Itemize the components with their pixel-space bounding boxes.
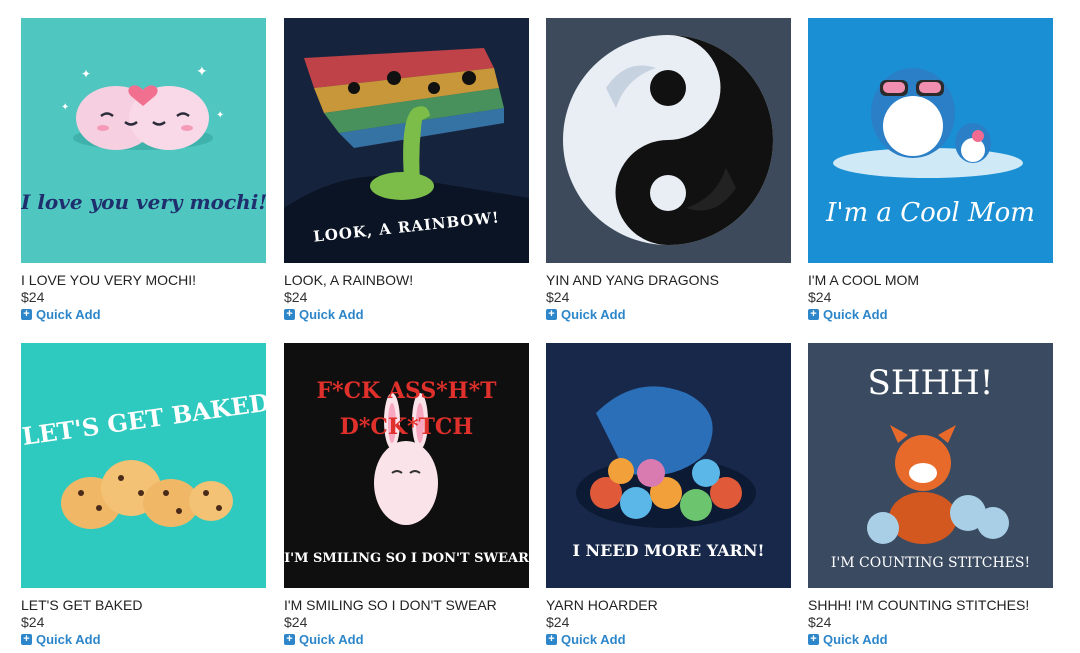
plus-icon: +	[546, 309, 557, 320]
product-image[interactable]: LOOK, A RAINBOW!	[284, 18, 529, 263]
product-art-text: I'M COUNTING STITCHES!	[830, 555, 1031, 571]
quick-add-label: Quick Add	[299, 307, 364, 322]
product-image[interactable]: LET'S GET BAKED!	[21, 343, 266, 588]
svg-text:✦: ✦	[216, 110, 224, 121]
plus-icon: +	[808, 634, 819, 645]
product-title[interactable]: SHHH! I'M COUNTING STITCHES!	[808, 597, 1053, 614]
product-price: $24	[284, 614, 308, 630]
product-title[interactable]: LOOK, A RAINBOW!	[284, 272, 529, 289]
product-art-text: I NEED MORE YARN!	[572, 541, 765, 560]
svg-text:✦: ✦	[61, 102, 69, 113]
quick-add-button[interactable]: + Quick Add	[808, 306, 1053, 323]
product-art-text: F*CK ASS*H*T D*CK*TCH	[316, 378, 497, 440]
product-price: $24	[546, 614, 570, 630]
quick-add-label: Quick Add	[299, 632, 364, 647]
product-price: $24	[284, 289, 308, 305]
svg-text:✦: ✦	[81, 67, 91, 81]
product-card[interactable]: SHHH! I'M COUNTING STITCHES! SHHH! I'M C…	[808, 343, 1053, 648]
product-card[interactable]: YIN AND YANG DRAGONS $24 + Quick Add	[546, 18, 791, 323]
product-price: $24	[808, 289, 832, 305]
product-card[interactable]: I NEED MORE YARN! YARN HOARDER $24 + Qui…	[546, 343, 791, 648]
quick-add-button[interactable]: + Quick Add	[546, 306, 791, 323]
product-title[interactable]: YIN AND YANG DRAGONS	[546, 272, 791, 289]
product-grid: ✦ ✦ ✦ ✦ I love you very mochi! I LOVE YO…	[0, 0, 1080, 653]
product-title[interactable]: I'M SMILING SO I DON'T SWEAR	[284, 597, 529, 614]
quick-add-button[interactable]: + Quick Add	[21, 631, 266, 648]
product-title[interactable]: YARN HOARDER	[546, 597, 791, 614]
product-card[interactable]: ✦ ✦ ✦ ✦ I love you very mochi! I LOVE YO…	[21, 18, 266, 323]
product-image[interactable]: I NEED MORE YARN!	[546, 343, 791, 588]
plus-icon: +	[284, 309, 295, 320]
product-price: $24	[808, 614, 832, 630]
plus-icon: +	[21, 634, 32, 645]
quick-add-label: Quick Add	[561, 307, 626, 322]
quick-add-label: Quick Add	[36, 632, 101, 647]
quick-add-label: Quick Add	[561, 632, 626, 647]
quick-add-button[interactable]: + Quick Add	[808, 631, 1053, 648]
product-image[interactable]: ✦ ✦ ✦ ✦ I love you very mochi!	[21, 18, 266, 263]
product-title[interactable]: I'M A COOL MOM	[808, 272, 1053, 289]
quick-add-button[interactable]: + Quick Add	[21, 306, 266, 323]
product-art-text: SHHH!	[867, 363, 994, 403]
quick-add-button[interactable]: + Quick Add	[546, 631, 791, 648]
plus-icon: +	[21, 309, 32, 320]
product-price: $24	[546, 289, 570, 305]
product-image[interactable]: I'm a Cool Mom	[808, 18, 1053, 263]
product-price: $24	[21, 614, 45, 630]
product-image[interactable]: SHHH! I'M COUNTING STITCHES!	[808, 343, 1053, 588]
product-card[interactable]: F*CK ASS*H*T D*CK*TCH I'M SMILING SO I D…	[284, 343, 529, 648]
product-title[interactable]: LET'S GET BAKED	[21, 597, 266, 614]
plus-icon: +	[284, 634, 295, 645]
product-art-text: I love you very mochi!	[21, 190, 266, 214]
product-image[interactable]	[546, 18, 791, 263]
product-price: $24	[21, 289, 45, 305]
plus-icon: +	[546, 634, 557, 645]
product-image[interactable]: F*CK ASS*H*T D*CK*TCH I'M SMILING SO I D…	[284, 343, 529, 588]
svg-text:✦: ✦	[196, 63, 208, 79]
product-art-text: I'M SMILING SO I DON'T SWEAR	[284, 551, 529, 566]
quick-add-button[interactable]: + Quick Add	[284, 306, 529, 323]
quick-add-label: Quick Add	[823, 307, 888, 322]
quick-add-label: Quick Add	[36, 307, 101, 322]
plus-icon: +	[808, 309, 819, 320]
quick-add-label: Quick Add	[823, 632, 888, 647]
product-card[interactable]: I'm a Cool Mom I'M A COOL MOM $24 + Quic…	[808, 18, 1053, 323]
quick-add-button[interactable]: + Quick Add	[284, 631, 529, 648]
product-card[interactable]: LET'S GET BAKED! LET'S GET BAKED $24 + Q…	[21, 343, 266, 648]
product-art-text: I'm a Cool Mom	[826, 198, 1035, 228]
product-title[interactable]: I LOVE YOU VERY MOCHI!	[21, 272, 266, 289]
product-card[interactable]: LOOK, A RAINBOW! LOOK, A RAINBOW! $24 + …	[284, 18, 529, 323]
